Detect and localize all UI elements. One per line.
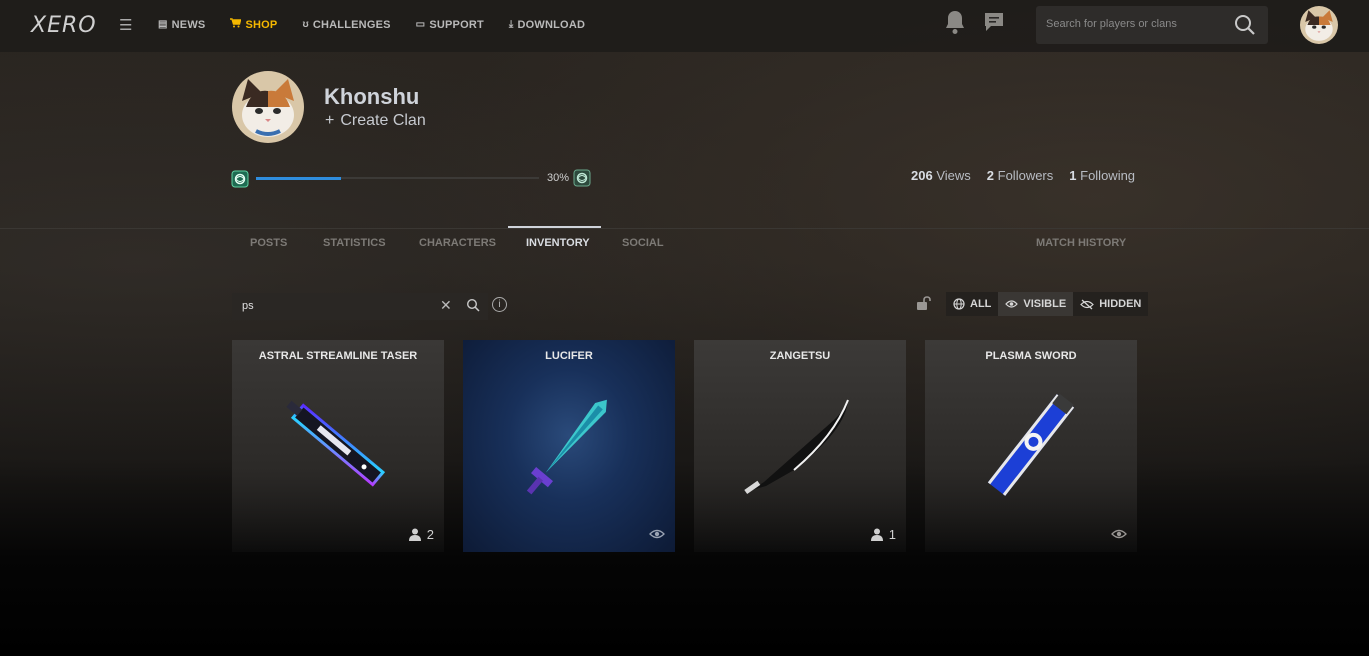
info-icon[interactable]: i	[492, 297, 507, 312]
item-name: ZANGETSU	[769, 350, 831, 362]
user-icon	[408, 528, 421, 541]
tab-posts[interactable]: POSTS	[250, 237, 287, 249]
main-nav: ▤ NEWS SHOP ʊ CHALLENGES ▭ SUPPORT ⤓ DOW…	[158, 18, 610, 31]
tab-inventory[interactable]: INVENTORY	[526, 237, 590, 249]
medal-icon: ʊ	[302, 19, 309, 30]
nav-download-label: DOWNLOAD	[517, 18, 586, 31]
notification-bell-icon[interactable]	[943, 9, 967, 35]
plus-icon: +	[325, 112, 335, 129]
item-name: LUCIFER	[545, 350, 593, 362]
nav-challenges[interactable]: ʊ CHALLENGES	[302, 18, 390, 31]
user-icon	[870, 528, 883, 541]
filter-visible-label: VISIBLE	[1023, 298, 1067, 310]
taser-sword-image	[286, 400, 386, 487]
item-owners: 2	[408, 527, 434, 542]
following-label: Following	[1080, 168, 1136, 183]
tab-statistics[interactable]: STATISTICS	[323, 237, 386, 249]
nav-news[interactable]: ▤ NEWS	[158, 18, 205, 31]
nav-support-label: SUPPORT	[429, 18, 484, 31]
plasma-sword-image	[987, 393, 1075, 496]
level-progress-fill	[256, 176, 341, 180]
filter-visible-button[interactable]: VISIBLE	[998, 292, 1074, 316]
profile-avatar	[232, 71, 304, 143]
tabs-divider	[0, 228, 1369, 229]
views-count: 206	[911, 168, 933, 183]
level-progress-percent: 30%	[547, 172, 570, 184]
item-card-plasma-sword[interactable]: PLASMA SWORD	[925, 340, 1137, 552]
visible-eye-icon	[649, 529, 665, 539]
download-icon: ⤓	[508, 19, 514, 30]
unlock-icon[interactable]	[916, 296, 932, 310]
stat-following[interactable]: 1 Following	[1069, 168, 1135, 183]
followers-label: Followers	[997, 168, 1054, 183]
search-icon[interactable]	[1234, 14, 1256, 36]
ticket-icon: ▭	[415, 19, 426, 30]
item-card-astral-streamline-taser[interactable]: ASTRAL STREAMLINE TASER 2	[232, 340, 444, 552]
stat-followers[interactable]: 2 Followers	[987, 168, 1053, 183]
create-clan-button[interactable]: + Create Clan	[325, 112, 426, 130]
item-card-lucifer[interactable]: LUCIFER	[463, 340, 675, 552]
globe-icon	[953, 298, 965, 310]
player-search-input[interactable]	[1046, 18, 1226, 30]
current-level-badge-icon	[231, 170, 249, 188]
nav-support[interactable]: ▭ SUPPORT	[416, 18, 484, 31]
cat-avatar-icon	[1300, 6, 1338, 44]
search-icon[interactable]	[466, 298, 480, 312]
nav-challenges-label: CHALLENGES	[312, 18, 391, 31]
player-search	[1036, 6, 1268, 44]
profile-stats: 206 Views 2 Followers 1 Following	[911, 168, 1151, 183]
tab-social[interactable]: SOCIAL	[622, 237, 664, 249]
nav-shop-label: SHOP	[245, 18, 278, 31]
item-owners: 1	[870, 527, 896, 542]
item-name: ASTRAL STREAMLINE TASER	[258, 350, 418, 362]
filter-hidden-label: HIDDEN	[1099, 298, 1142, 310]
next-level-badge-icon	[573, 169, 591, 187]
filter-all-button[interactable]: ALL	[946, 292, 998, 316]
item-card-zangetsu[interactable]: ZANGETSU 1	[694, 340, 906, 552]
item-owners-count: 2	[426, 527, 434, 542]
visible-eye-icon	[1111, 529, 1127, 539]
tab-match-history[interactable]: MATCH HISTORY	[1036, 237, 1126, 249]
active-tab-indicator	[508, 226, 601, 228]
following-count: 1	[1069, 168, 1077, 183]
nav-news-label: NEWS	[171, 18, 206, 31]
newspaper-icon: ▤	[158, 19, 168, 30]
profile-username: Khonshu	[324, 84, 420, 109]
views-label: Views	[936, 168, 971, 183]
cat-avatar-icon	[232, 71, 304, 143]
filter-hidden-button[interactable]: HIDDEN	[1073, 292, 1148, 316]
create-clan-label: Create Clan	[340, 112, 426, 129]
visibility-filter-group: ALL VISIBLE HIDDEN	[946, 292, 1149, 316]
zangetsu-sword-image	[744, 399, 849, 495]
hamburger-icon[interactable]: ☰	[119, 16, 132, 34]
followers-count: 2	[986, 168, 995, 183]
top-navbar: XERO ☰ ▤ NEWS SHOP ʊ CHALLENGES ▭ SUPPOR…	[0, 0, 1369, 52]
filter-all-label: ALL	[970, 298, 992, 310]
messages-icon[interactable]	[983, 11, 1005, 33]
clear-filter-icon[interactable]: ✕	[440, 297, 452, 314]
nav-download[interactable]: ⤓ DOWNLOAD	[509, 18, 585, 31]
nav-shop[interactable]: SHOP	[230, 18, 277, 31]
lucifer-sword-image	[526, 399, 607, 495]
item-owners-count: 1	[888, 527, 896, 542]
eye-slash-icon	[1080, 299, 1095, 309]
inventory-filter-input[interactable]	[242, 300, 432, 312]
site-logo[interactable]: XERO	[31, 13, 97, 38]
user-avatar-menu[interactable]	[1300, 6, 1338, 44]
stat-views[interactable]: 206 Views	[911, 168, 971, 183]
item-name: PLASMA SWORD	[985, 350, 1077, 362]
eye-icon	[1005, 300, 1019, 308]
level-progress-bar	[256, 176, 539, 180]
tab-characters[interactable]: CHARACTERS	[419, 237, 496, 249]
cart-icon	[230, 18, 242, 31]
